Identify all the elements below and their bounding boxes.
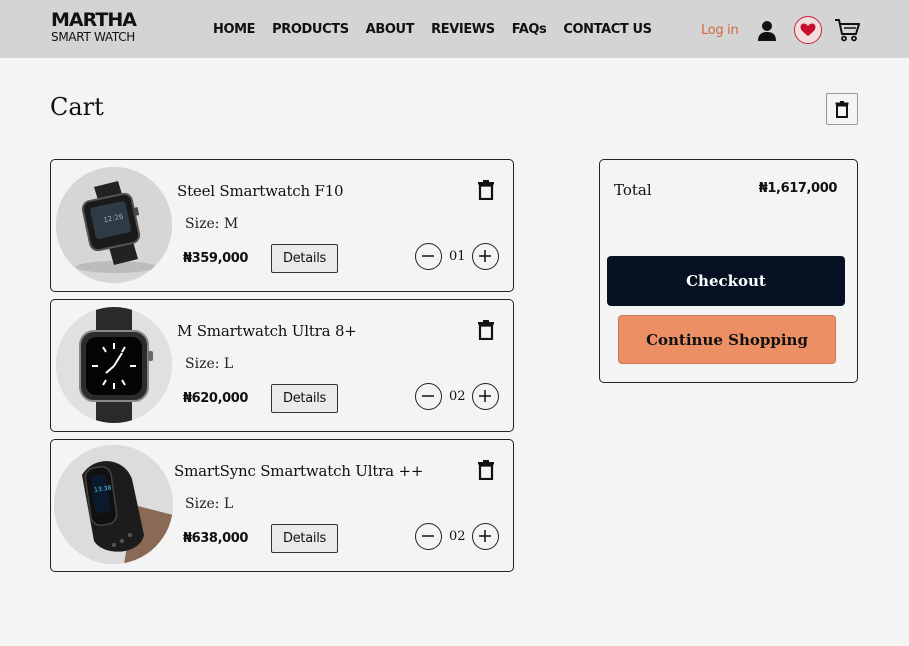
nav-link-home[interactable]: HOME	[213, 22, 256, 37]
quantity-value: 01	[449, 249, 466, 264]
remove-item-trash-icon[interactable]	[477, 460, 495, 481]
minus-icon	[422, 395, 434, 397]
plus-icon	[479, 530, 491, 542]
cart-item: 13:38 SmartSync Smartwatch Ultra ++ Size…	[50, 439, 514, 572]
brand-name: MARTHA	[51, 9, 137, 31]
increase-quantity-button[interactable]	[472, 383, 499, 410]
product-image: 13:38	[54, 445, 173, 564]
remove-item-trash-icon[interactable]	[477, 180, 495, 201]
product-size: Size: L	[185, 496, 234, 512]
brand-tagline: SMART WATCH	[51, 30, 136, 44]
order-summary: Total ₦1,617,000 Checkout Continue Shopp…	[599, 159, 858, 383]
heart-icon[interactable]	[794, 16, 822, 44]
continue-shopping-button[interactable]: Continue Shopping	[618, 315, 836, 364]
user-icon[interactable]	[757, 20, 777, 42]
total-value: ₦1,617,000	[758, 181, 838, 196]
decrease-quantity-button[interactable]	[415, 243, 442, 270]
decrease-quantity-button[interactable]	[415, 523, 442, 550]
decrease-quantity-button[interactable]	[415, 383, 442, 410]
nav-link-contact[interactable]: CONTACT US	[563, 22, 652, 37]
product-name[interactable]: M Smartwatch Ultra 8+	[177, 322, 357, 340]
quantity-value: 02	[449, 389, 466, 404]
minus-icon	[422, 255, 434, 257]
increase-quantity-button[interactable]	[472, 243, 499, 270]
details-button[interactable]: Details	[271, 244, 338, 273]
page-title: Cart	[50, 93, 104, 121]
product-size: Size: L	[185, 356, 234, 372]
clear-cart-button[interactable]	[826, 93, 858, 125]
nav-link-reviews[interactable]: REVIEWS	[431, 22, 495, 37]
nav-link-faqs[interactable]: FAQs	[512, 22, 547, 37]
product-image	[56, 307, 172, 423]
brand-logo[interactable]: MARTHA SMART WATCH	[51, 9, 137, 44]
product-name[interactable]: SmartSync Smartwatch Ultra ++	[174, 462, 423, 480]
cart-icon[interactable]	[834, 18, 860, 42]
product-size: Size: M	[185, 216, 239, 232]
cart-item: M Smartwatch Ultra 8+ Size: L ₦620,000 D…	[50, 299, 514, 432]
product-price: ₦359,000	[183, 251, 249, 266]
nav-link-products[interactable]: PRODUCTS	[272, 22, 349, 37]
cart-item: 12:26 Steel Smartwatch F10 Size: M ₦359,…	[50, 159, 514, 292]
quantity-value: 02	[449, 529, 466, 544]
checkout-button[interactable]: Checkout	[607, 256, 845, 306]
login-link[interactable]: Log in	[701, 23, 739, 38]
plus-icon	[479, 250, 491, 262]
product-price: ₦638,000	[183, 531, 249, 546]
remove-item-trash-icon[interactable]	[477, 320, 495, 341]
navbar: MARTHA SMART WATCH HOME PRODUCTS ABOUT R…	[0, 0, 909, 58]
minus-icon	[422, 535, 434, 537]
details-button[interactable]: Details	[271, 384, 338, 413]
nav-link-about[interactable]: ABOUT	[366, 22, 415, 37]
product-price: ₦620,000	[183, 391, 249, 406]
total-label: Total	[614, 181, 652, 199]
product-name[interactable]: Steel Smartwatch F10	[177, 182, 344, 200]
nav-links: HOME PRODUCTS ABOUT REVIEWS FAQs CONTACT…	[213, 22, 669, 37]
details-button[interactable]: Details	[271, 524, 338, 553]
increase-quantity-button[interactable]	[472, 523, 499, 550]
plus-icon	[479, 390, 491, 402]
trash-icon	[835, 100, 849, 118]
product-image: 12:26	[56, 167, 172, 283]
